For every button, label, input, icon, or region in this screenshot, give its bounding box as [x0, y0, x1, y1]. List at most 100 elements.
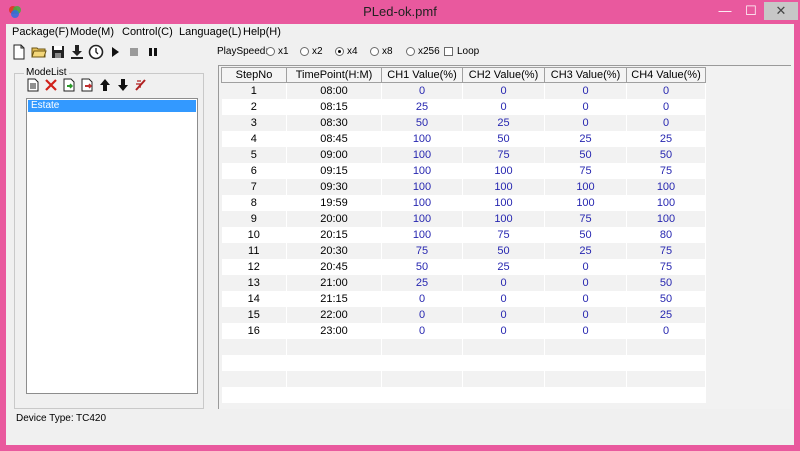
table-row-empty[interactable]: [221, 339, 706, 355]
table-row[interactable]: 4 08:45 100 50 25 25: [221, 131, 706, 147]
cell-ch2[interactable]: 25: [462, 115, 545, 131]
cell-ch1[interactable]: 100: [381, 195, 463, 211]
table-row[interactable]: 12 20:45 50 25 0 75: [221, 259, 706, 275]
cell-ch4[interactable]: 25: [626, 131, 706, 147]
table-row[interactable]: 13 21:00 25 0 0 50: [221, 275, 706, 291]
loop-label[interactable]: Loop: [457, 46, 479, 57]
cell-timepoint[interactable]: 20:00: [286, 211, 382, 227]
speed-x8-radio[interactable]: [370, 47, 379, 56]
cell-ch3[interactable]: 75: [544, 163, 627, 179]
export-icon[interactable]: [80, 78, 94, 92]
menu-help[interactable]: Help(H): [243, 26, 281, 38]
cell-stepno[interactable]: 3: [221, 115, 287, 131]
play-icon[interactable]: [107, 44, 123, 60]
cell-ch3[interactable]: 0: [544, 115, 627, 131]
cell-ch4[interactable]: 0: [626, 115, 706, 131]
column-header-ch3[interactable]: CH3 Value(%): [544, 67, 627, 83]
column-header-ch1[interactable]: CH1 Value(%): [381, 67, 463, 83]
cell-ch3[interactable]: 0: [544, 275, 627, 291]
cell-stepno[interactable]: 9: [221, 211, 287, 227]
table-row[interactable]: 2 08:15 25 0 0 0: [221, 99, 706, 115]
speed-x8-label[interactable]: x8: [382, 46, 393, 57]
cell-timepoint[interactable]: 09:15: [286, 163, 382, 179]
download-icon[interactable]: [69, 44, 85, 60]
table-row[interactable]: 1 08:00 0 0 0 0: [221, 82, 706, 99]
table-row[interactable]: 7 09:30 100 100 100 100: [221, 179, 706, 195]
cell-timepoint[interactable]: 21:15: [286, 291, 382, 307]
cell-stepno[interactable]: 8: [221, 195, 287, 211]
cell-ch2[interactable]: 25: [462, 259, 545, 275]
cell-ch2[interactable]: 75: [462, 227, 545, 243]
cell-timepoint[interactable]: 09:30: [286, 179, 382, 195]
cell-ch2[interactable]: 100: [462, 211, 545, 227]
cell-ch1[interactable]: 100: [381, 163, 463, 179]
list-item[interactable]: Estate: [28, 100, 196, 112]
cell-ch3[interactable]: 0: [544, 323, 627, 339]
cell-stepno[interactable]: 10: [221, 227, 287, 243]
table-row-empty[interactable]: [221, 371, 706, 387]
table-row[interactable]: 8 19:59 100 100 100 100: [221, 195, 706, 211]
cell-ch3[interactable]: 25: [544, 131, 627, 147]
cell-ch2[interactable]: 100: [462, 179, 545, 195]
cell-timepoint[interactable]: 22:00: [286, 307, 382, 323]
cell-timepoint[interactable]: 20:15: [286, 227, 382, 243]
cell-ch4[interactable]: 50: [626, 291, 706, 307]
cell-ch2[interactable]: 0: [462, 291, 545, 307]
cell-ch2[interactable]: 0: [462, 323, 545, 339]
cell-ch3[interactable]: 0: [544, 82, 627, 99]
cell-ch3[interactable]: 0: [544, 259, 627, 275]
move-down-icon[interactable]: [116, 78, 130, 92]
column-header-ch2[interactable]: CH2 Value(%): [462, 67, 545, 83]
import-icon[interactable]: [62, 78, 76, 92]
table-row[interactable]: 16 23:00 0 0 0 0: [221, 323, 706, 339]
minimize-button[interactable]: —: [712, 2, 738, 20]
table-row[interactable]: 3 08:30 50 25 0 0: [221, 115, 706, 131]
table-row[interactable]: 15 22:00 0 0 0 25: [221, 307, 706, 323]
cell-stepno[interactable]: 6: [221, 163, 287, 179]
cell-stepno[interactable]: 7: [221, 179, 287, 195]
speed-x1-label[interactable]: x1: [278, 46, 289, 57]
cell-ch2[interactable]: 0: [462, 307, 545, 323]
table-row-empty[interactable]: [221, 387, 706, 403]
cell-ch1[interactable]: 100: [381, 227, 463, 243]
cell-timepoint[interactable]: 08:30: [286, 115, 382, 131]
speed-x256-label[interactable]: x256: [418, 46, 440, 57]
open-folder-icon[interactable]: [31, 44, 47, 60]
stop-icon[interactable]: [126, 44, 142, 60]
cell-ch3[interactable]: 50: [544, 147, 627, 163]
cell-timepoint[interactable]: 08:45: [286, 131, 382, 147]
cell-timepoint[interactable]: 23:00: [286, 323, 382, 339]
cell-ch3[interactable]: 0: [544, 291, 627, 307]
save-icon[interactable]: [50, 44, 66, 60]
cell-ch4[interactable]: 100: [626, 211, 706, 227]
cell-stepno[interactable]: 1: [221, 82, 287, 99]
cell-ch1[interactable]: 25: [381, 275, 463, 291]
cell-ch2[interactable]: 50: [462, 131, 545, 147]
cell-ch1[interactable]: 100: [381, 147, 463, 163]
cell-ch1[interactable]: 50: [381, 115, 463, 131]
table-row[interactable]: 6 09:15 100 100 75 75: [221, 163, 706, 179]
cell-ch3[interactable]: 100: [544, 195, 627, 211]
maximize-button[interactable]: ☐: [738, 2, 764, 20]
cell-ch2[interactable]: 0: [462, 99, 545, 115]
cell-ch2[interactable]: 0: [462, 82, 545, 99]
cell-ch4[interactable]: 75: [626, 259, 706, 275]
cell-ch3[interactable]: 0: [544, 99, 627, 115]
cell-ch4[interactable]: 25: [626, 307, 706, 323]
cell-stepno[interactable]: 14: [221, 291, 287, 307]
cell-ch1[interactable]: 100: [381, 211, 463, 227]
column-header-ch4[interactable]: CH4 Value(%): [626, 67, 706, 83]
clock-icon[interactable]: [88, 44, 104, 60]
cell-stepno[interactable]: 13: [221, 275, 287, 291]
delete-icon[interactable]: [44, 78, 58, 92]
speed-x2-radio[interactable]: [300, 47, 309, 56]
cell-ch4[interactable]: 100: [626, 195, 706, 211]
new-file-icon[interactable]: [12, 44, 28, 60]
mode-list[interactable]: Estate: [26, 98, 198, 394]
table-row-empty[interactable]: [221, 355, 706, 371]
cell-ch4[interactable]: 50: [626, 147, 706, 163]
speed-x2-label[interactable]: x2: [312, 46, 323, 57]
cell-stepno[interactable]: 15: [221, 307, 287, 323]
cell-ch3[interactable]: 100: [544, 179, 627, 195]
cell-ch3[interactable]: 75: [544, 211, 627, 227]
